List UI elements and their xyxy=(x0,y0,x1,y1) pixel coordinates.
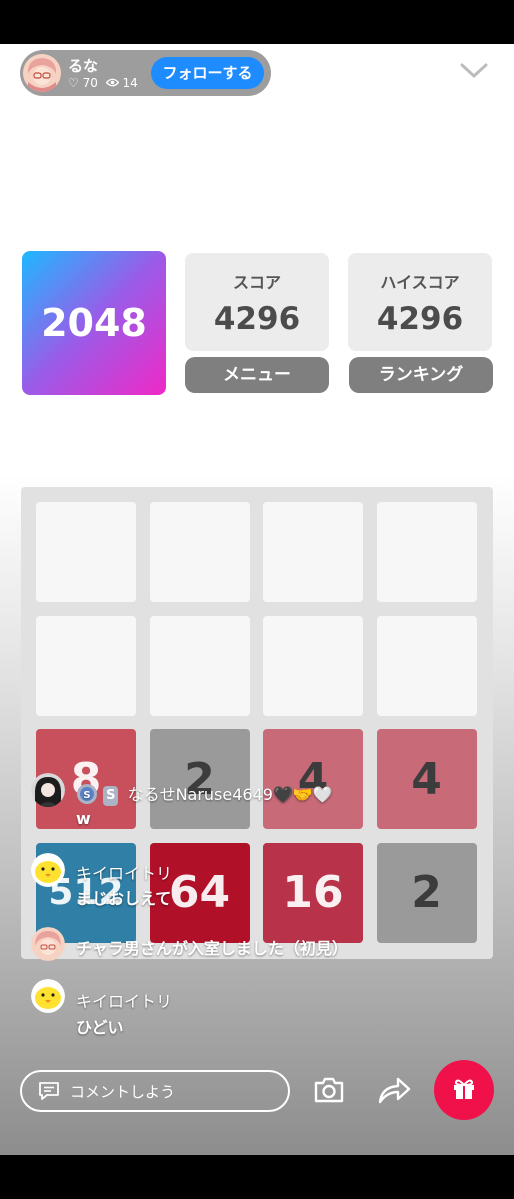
comment-username[interactable]: なるせNaruse4649🖤🤝🤍 xyxy=(128,785,333,804)
gift-button[interactable] xyxy=(434,1060,494,1120)
empty-cell xyxy=(263,615,363,716)
s-badge-icon: S xyxy=(76,783,98,809)
ranking-button[interactable]: ランキング xyxy=(349,357,493,393)
streamer-avatar[interactable] xyxy=(23,54,61,92)
comment-input[interactable]: コメントしよう xyxy=(20,1070,290,1112)
rank-badge: S xyxy=(103,785,119,806)
game-logo: 2048 xyxy=(22,251,166,395)
chevron-down-icon[interactable] xyxy=(460,62,488,80)
comment-username[interactable]: キイロイトリ xyxy=(76,860,172,884)
comment-text: w xyxy=(76,809,91,828)
join-message: チャラ男さんが入室しました（初見） xyxy=(76,939,348,958)
score-box: スコア 4296 xyxy=(185,253,329,351)
follow-button[interactable]: フォローする xyxy=(151,57,264,89)
comment-placeholder: コメントしよう xyxy=(70,1083,176,1101)
system-message: チャラ男さんが入室しました（初見） xyxy=(31,927,491,963)
empty-cell xyxy=(376,615,477,716)
streamer-stats: ♡ 70 14 xyxy=(68,76,138,90)
views-count: 14 xyxy=(122,76,138,90)
comment-text: まじおしえて xyxy=(76,889,172,908)
camera-icon[interactable] xyxy=(312,1073,346,1107)
high-score-label: ハイスコア xyxy=(380,273,460,292)
comment-item: S S なるせNaruse4649🖤🤝🤍 w xyxy=(31,773,491,833)
comment-header: S S なるせNaruse4649🖤🤝🤍 xyxy=(76,781,333,809)
eye-icon xyxy=(105,76,123,90)
likes-count: ♡ 70 xyxy=(68,76,98,90)
score-value: 4296 xyxy=(213,301,301,337)
gift-icon xyxy=(452,1077,476,1105)
comment-username[interactable]: キイロイトリ xyxy=(76,988,172,1012)
empty-cell xyxy=(149,615,250,716)
high-score-box: ハイスコア 4296 xyxy=(348,253,492,351)
live-stream-screen: るな ♡ 70 14 フォローする 2048 スコア 4296 ハイスコア 42… xyxy=(0,44,514,1155)
empty-cell xyxy=(36,502,136,602)
commenter-avatar[interactable] xyxy=(31,979,65,1013)
share-icon[interactable] xyxy=(376,1073,412,1107)
empty-cell xyxy=(149,502,250,602)
comment-item: キイロイトリ ひどい xyxy=(31,979,491,1037)
high-score-value: 4296 xyxy=(376,301,464,337)
empty-cell xyxy=(376,502,477,602)
score-label: スコア xyxy=(232,273,281,292)
empty-cell xyxy=(263,502,363,602)
menu-button[interactable]: メニュー xyxy=(185,357,329,393)
commenter-avatar[interactable] xyxy=(31,927,65,961)
comment-text: ひどい xyxy=(76,1018,124,1037)
comment-item: キイロイトリ まじおしえて xyxy=(31,853,491,908)
svg-text:S: S xyxy=(83,790,90,801)
empty-cell xyxy=(36,615,136,716)
commenter-avatar[interactable] xyxy=(31,773,65,807)
comment-icon xyxy=(38,1081,60,1105)
streamer-info-pill[interactable]: るな ♡ 70 14 フォローする xyxy=(20,50,271,96)
commenter-avatar[interactable] xyxy=(31,853,65,887)
streamer-name: るな xyxy=(68,57,99,75)
